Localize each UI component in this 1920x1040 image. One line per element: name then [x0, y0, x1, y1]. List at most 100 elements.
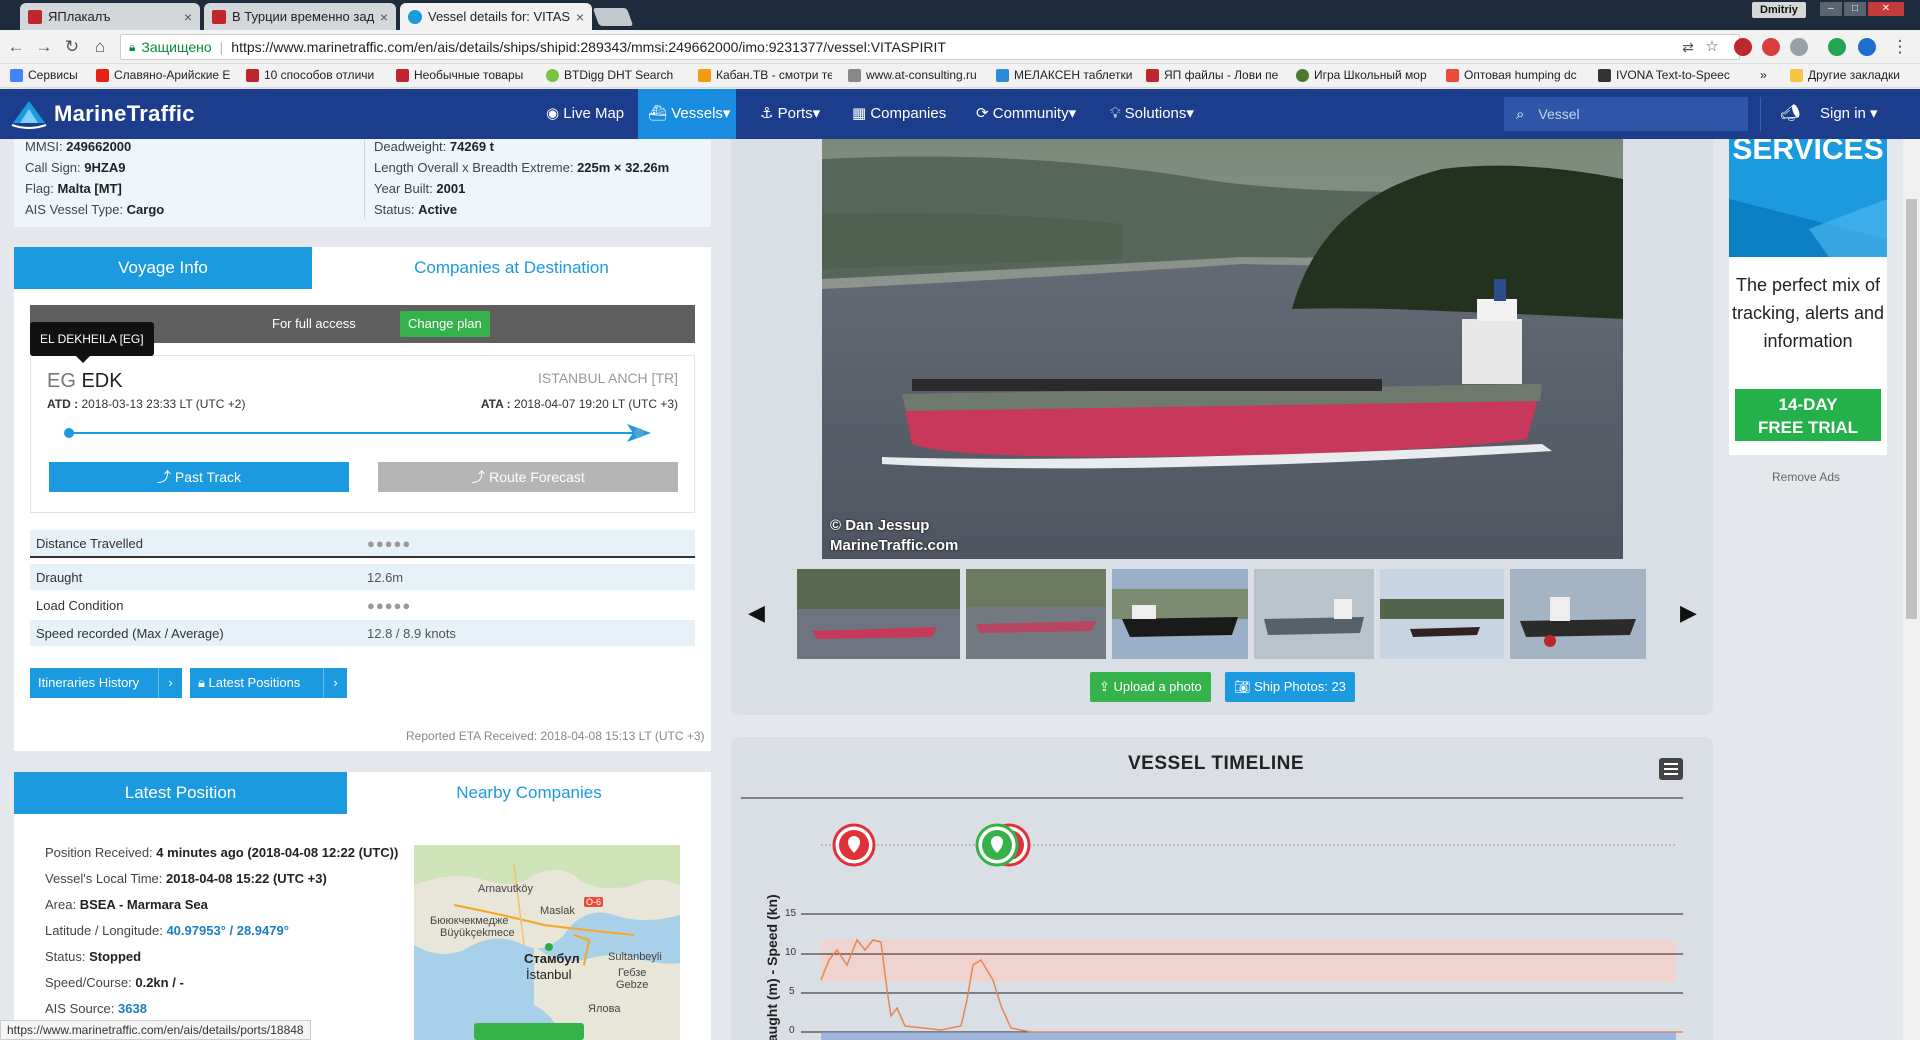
- tab-nearby-companies[interactable]: Nearby Companies: [347, 772, 711, 814]
- ad-banner[interactable]: SERVICES The perfect mix of tracking, al…: [1729, 139, 1887, 455]
- forward-icon[interactable]: →: [34, 37, 54, 57]
- bookmark-star-icon[interactable]: ☆: [1702, 37, 1722, 57]
- bookmark-item[interactable]: Игра Школьный мор: [1296, 68, 1436, 82]
- photo-thumbnail[interactable]: [1380, 569, 1504, 659]
- menu-kebab-icon[interactable]: ⋮: [1890, 37, 1910, 57]
- vessel-search-input[interactable]: ⌕ Vessel: [1504, 97, 1748, 131]
- destination-port[interactable]: ISTANBUL ANCH [TR]: [538, 370, 678, 386]
- photo-thumbnail[interactable]: [1254, 569, 1374, 659]
- close-icon[interactable]: ×: [184, 9, 192, 25]
- back-icon[interactable]: ←: [6, 37, 26, 57]
- port-call-marker[interactable]: [832, 823, 876, 867]
- site-logo[interactable]: MarineTraffic: [10, 97, 195, 131]
- bookmark-item[interactable]: BTDigg DHT Search E: [546, 68, 676, 82]
- nav-live-map[interactable]: ◉ Live Map: [536, 89, 634, 139]
- browser-tab-1[interactable]: ЯПлакалъ ×: [20, 3, 200, 30]
- row-value: 12.6m: [367, 570, 404, 585]
- free-trial-button[interactable]: 14-DAY FREE TRIAL: [1735, 389, 1881, 441]
- main-vessel-photo[interactable]: [822, 139, 1623, 559]
- bookmark-item[interactable]: www.at-consulting.ru: [848, 68, 982, 82]
- photo-thumbnail[interactable]: [966, 569, 1106, 659]
- chart-menu-icon[interactable]: [1659, 758, 1683, 780]
- change-plan-button[interactable]: Change plan: [400, 311, 490, 337]
- kv-label: Deadweight:: [374, 139, 447, 154]
- tab-latest-position[interactable]: Latest Position: [14, 772, 347, 814]
- lat-lon-link[interactable]: 40.97953° / 28.9479°: [166, 923, 288, 938]
- browser-tab-2[interactable]: В Турции временно зад ×: [204, 3, 396, 30]
- status-bar-url: https://www.marinetraffic.com/en/ais/det…: [0, 1020, 311, 1040]
- y-tick: 15: [785, 908, 797, 919]
- upload-photo-button[interactable]: ⇪ Upload a photo: [1090, 672, 1211, 702]
- photo-next-button[interactable]: ▶: [1680, 600, 1697, 626]
- browser-user-badge[interactable]: Dmitriy: [1752, 2, 1806, 18]
- tab-voyage-info[interactable]: Voyage Info: [14, 247, 312, 289]
- extension-icon[interactable]: [1858, 38, 1876, 56]
- nav-companies[interactable]: ▦ Companies: [842, 89, 956, 139]
- latest-positions-button[interactable]: 🔒︎ Latest Positions ›: [190, 668, 347, 698]
- close-icon[interactable]: ×: [380, 9, 388, 25]
- bookmark-item[interactable]: Оптовая humping dc: [1446, 68, 1586, 82]
- bookmarks-more-button[interactable]: »: [1760, 68, 1776, 82]
- secure-label: Защищено: [141, 39, 212, 55]
- route-icon: ⤴: [471, 469, 490, 485]
- y-tick: 0: [789, 1025, 795, 1036]
- remove-ads-link[interactable]: Remove Ads: [1772, 470, 1840, 484]
- omnibox[interactable]: 🔒︎ Защищено | https://www.marinetraffic.…: [120, 34, 1740, 60]
- arrival-marker[interactable]: [975, 823, 1019, 867]
- bookmark-item[interactable]: 10 способов отличи: [246, 68, 382, 82]
- close-icon[interactable]: ×: [576, 9, 584, 25]
- sign-in-label: Sign in: [1820, 105, 1866, 122]
- sign-in-button[interactable]: Sign in ▾: [1820, 89, 1878, 139]
- atd-label: ATD :: [47, 397, 79, 411]
- photo-prev-button[interactable]: ◀: [748, 600, 765, 626]
- bookmark-item[interactable]: Кабан.ТВ - смотри те: [698, 68, 832, 82]
- browser-tab-title: ЯПлакалъ: [48, 9, 111, 24]
- adblock-extension-icon[interactable]: [1734, 38, 1752, 56]
- ship-photos-button[interactable]: 📷︎ Ship Photos: 23: [1225, 672, 1355, 702]
- browser-tab-active[interactable]: Vessel details for: VITASP ×: [400, 3, 592, 30]
- bookmark-item[interactable]: Необычные товары: [396, 68, 530, 82]
- check-extension-icon[interactable]: [1828, 38, 1846, 56]
- bookmark-item[interactable]: МЕЛАКСЕН таблетки: [996, 68, 1134, 82]
- building-icon: ▦: [852, 105, 871, 122]
- photo-thumbnail[interactable]: [797, 569, 960, 659]
- maximize-button[interactable]: □: [1844, 2, 1866, 16]
- position-map[interactable]: Arnavutköy Maslak Бююкчекмедже Büyükçekm…: [414, 845, 680, 1040]
- window-close-button[interactable]: ✕: [1868, 2, 1904, 16]
- reload-icon[interactable]: ↻: [62, 37, 82, 57]
- translate-icon[interactable]: ⇄: [1678, 37, 1698, 57]
- lightbulb-icon: 💡︎: [1110, 105, 1125, 122]
- nav-community[interactable]: ⟳ Community▾: [966, 89, 1086, 139]
- button-label: Change plan: [408, 316, 482, 331]
- itineraries-history-button[interactable]: Itineraries History ›: [30, 668, 182, 698]
- nav-solutions[interactable]: 💡︎ Solutions▾: [1100, 89, 1204, 139]
- map-label: İstanbul: [526, 967, 572, 982]
- photo-thumbnail[interactable]: [1112, 569, 1248, 659]
- nav-vessels[interactable]: ⛴ Vessels▾: [638, 89, 736, 139]
- anchor-icon: ⚓: [760, 105, 778, 122]
- origin-port-tooltip: EL DEKHEILA [EG]: [30, 322, 154, 363]
- bookmark-item[interactable]: ЯП файлы - Лови пе: [1146, 68, 1282, 82]
- bookmark-item[interactable]: Славяно-Арийские Е: [96, 68, 236, 82]
- ais-source-link[interactable]: 3638: [118, 1001, 147, 1016]
- home-icon[interactable]: ⌂: [90, 37, 110, 57]
- minimize-button[interactable]: –: [1820, 2, 1842, 16]
- kv-value: Active: [418, 202, 458, 217]
- nav-ports[interactable]: ⚓ Ports▾: [750, 89, 830, 139]
- extension-icon[interactable]: [1762, 38, 1780, 56]
- route-forecast-button[interactable]: ⤴ Route Forecast: [378, 462, 678, 492]
- page-scrollbar[interactable]: [1903, 139, 1920, 1040]
- plus-icon: [996, 68, 1009, 82]
- notifications-icon[interactable]: 📣︎: [1770, 89, 1810, 139]
- tab-companies-at-destination[interactable]: Companies at Destination: [312, 247, 711, 289]
- photo-thumbnail[interactable]: [1510, 569, 1646, 659]
- other-bookmarks[interactable]: Другие закладки: [1790, 68, 1918, 82]
- scrollbar-thumb[interactable]: [1906, 199, 1917, 619]
- download-extension-icon[interactable]: [1790, 38, 1808, 56]
- bookmark-item[interactable]: IVONA Text-to-Speec: [1598, 68, 1734, 82]
- new-tab-button[interactable]: [592, 8, 634, 26]
- past-track-button[interactable]: ⤴ Past Track: [49, 462, 349, 492]
- bookmark-apps[interactable]: Сервисы: [10, 68, 90, 82]
- origin-code: EDK: [81, 370, 123, 392]
- position-received-row: Position Received: 4 minutes ago (2018-0…: [45, 845, 398, 860]
